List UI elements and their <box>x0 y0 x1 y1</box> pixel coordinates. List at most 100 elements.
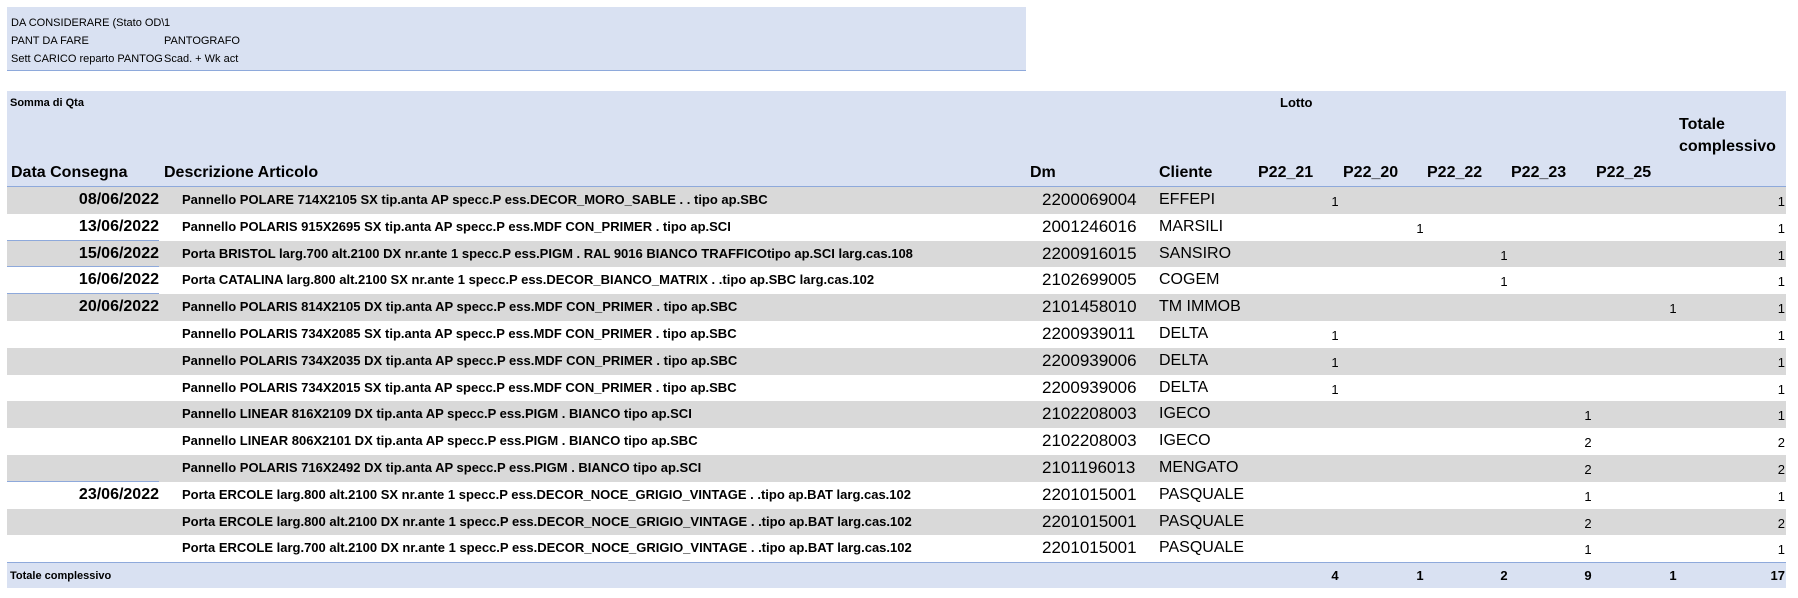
cell-dm[interactable]: 2200069004 <box>1042 187 1137 214</box>
cell-lot-qty[interactable] <box>1325 484 1345 511</box>
cell-lot-qty[interactable] <box>1494 323 1514 350</box>
column-field-label[interactable]: Lotto <box>1280 95 1312 110</box>
cell-lot-qty[interactable] <box>1494 296 1514 323</box>
cell-lot-qty[interactable] <box>1663 377 1683 404</box>
cell-dm[interactable]: 2102699005 <box>1042 267 1137 294</box>
cell-cliente[interactable]: DELTA <box>1159 321 1208 348</box>
cell-lot-qty[interactable] <box>1410 350 1430 377</box>
filter-value[interactable]: Scad. + Wk act <box>164 49 239 69</box>
cell-descrizione[interactable]: Porta ERCOLE larg.800 alt.2100 DX nr.ant… <box>182 509 912 536</box>
cell-data-consegna[interactable] <box>7 428 159 455</box>
filter-value[interactable]: 1 <box>164 13 171 33</box>
cell-dm[interactable]: 2200939006 <box>1042 375 1137 402</box>
cell-descrizione[interactable]: Pannello POLARIS 716X2492 DX tip.anta AP… <box>182 455 701 482</box>
cell-lot-qty[interactable] <box>1410 457 1430 484</box>
cell-descrizione[interactable]: Pannello POLARIS 734X2015 SX tip.anta AP… <box>182 375 737 402</box>
cell-lot-qty[interactable] <box>1410 296 1430 323</box>
cell-dm[interactable]: 2102208003 <box>1042 401 1137 428</box>
cell-lot-qty[interactable]: 1 <box>1494 243 1514 270</box>
cell-row-total[interactable]: 1 <box>1765 296 1785 323</box>
cell-cliente[interactable]: TM IMMOB <box>1159 294 1241 321</box>
cell-lot-qty[interactable]: 1 <box>1663 296 1683 323</box>
cell-lot-qty[interactable]: 2 <box>1578 430 1598 457</box>
cell-lot-qty[interactable]: 1 <box>1325 189 1345 216</box>
cell-descrizione[interactable]: Pannello POLARIS 814X2105 DX tip.anta AP… <box>182 294 737 321</box>
cell-dm[interactable]: 2101458010 <box>1042 294 1137 321</box>
cell-cliente[interactable]: DELTA <box>1159 348 1208 375</box>
cell-lot-qty[interactable] <box>1663 430 1683 457</box>
cell-lot-qty[interactable] <box>1494 537 1514 564</box>
cell-row-total[interactable]: 1 <box>1765 350 1785 377</box>
cell-lot-qty[interactable] <box>1410 269 1430 296</box>
cell-data-consegna[interactable]: 13/06/2022 <box>7 214 159 241</box>
cell-lot-qty[interactable] <box>1325 457 1345 484</box>
cell-cliente[interactable]: MARSILI <box>1159 214 1223 241</box>
cell-row-total[interactable]: 1 <box>1765 537 1785 564</box>
cell-lot-qty[interactable]: 1 <box>1494 269 1514 296</box>
cell-cliente[interactable]: IGECO <box>1159 401 1211 428</box>
grand-total-lot[interactable]: 2 <box>1494 563 1514 589</box>
cell-data-consegna[interactable] <box>7 348 159 375</box>
cell-lot-qty[interactable]: 1 <box>1578 537 1598 564</box>
cell-lot-qty[interactable] <box>1578 296 1598 323</box>
cell-lot-qty[interactable]: 1 <box>1325 377 1345 404</box>
grand-total-lot[interactable]: 1 <box>1663 563 1683 589</box>
cell-descrizione[interactable]: Pannello LINEAR 816X2109 DX tip.anta AP … <box>182 401 692 428</box>
cell-lot-qty[interactable]: 1 <box>1325 323 1345 350</box>
cell-lot-qty[interactable] <box>1663 511 1683 538</box>
cell-data-consegna[interactable] <box>7 455 159 482</box>
cell-data-consegna[interactable]: 15/06/2022 <box>7 241 159 268</box>
grand-total-lot[interactable]: 9 <box>1578 563 1598 589</box>
cell-data-consegna[interactable]: 20/06/2022 <box>7 294 159 321</box>
cell-lot-qty[interactable] <box>1663 350 1683 377</box>
header-lot[interactable]: P22_23 <box>1511 164 1566 182</box>
cell-cliente[interactable]: SANSIRO <box>1159 241 1231 268</box>
cell-row-total[interactable]: 2 <box>1765 457 1785 484</box>
cell-data-consegna[interactable] <box>7 509 159 536</box>
cell-lot-qty[interactable] <box>1410 377 1430 404</box>
cell-cliente[interactable]: PASQUALE <box>1159 535 1244 562</box>
cell-lot-qty[interactable] <box>1410 403 1430 430</box>
header-dm[interactable]: Dm <box>1030 164 1056 182</box>
cell-cliente[interactable]: PASQUALE <box>1159 509 1244 536</box>
cell-data-consegna[interactable] <box>7 321 159 348</box>
cell-dm[interactable]: 2102208003 <box>1042 428 1137 455</box>
cell-lot-qty[interactable] <box>1410 511 1430 538</box>
cell-lot-qty[interactable] <box>1410 243 1430 270</box>
cell-lot-qty[interactable] <box>1410 484 1430 511</box>
cell-row-total[interactable]: 1 <box>1765 189 1785 216</box>
cell-descrizione[interactable]: Porta BRISTOL larg.700 alt.2100 DX nr.an… <box>182 241 913 268</box>
cell-lot-qty[interactable] <box>1494 430 1514 457</box>
cell-lot-qty[interactable] <box>1410 430 1430 457</box>
cell-row-total[interactable]: 1 <box>1765 269 1785 296</box>
cell-row-total[interactable]: 1 <box>1765 216 1785 243</box>
cell-row-total[interactable]: 2 <box>1765 430 1785 457</box>
cell-lot-qty[interactable] <box>1325 216 1345 243</box>
cell-lot-qty[interactable]: 1 <box>1410 216 1430 243</box>
cell-dm[interactable]: 2201015001 <box>1042 535 1137 562</box>
cell-lot-qty[interactable] <box>1325 403 1345 430</box>
cell-lot-qty[interactable] <box>1325 243 1345 270</box>
cell-lot-qty[interactable] <box>1494 377 1514 404</box>
cell-descrizione[interactable]: Pannello POLARE 714X2105 SX tip.anta AP … <box>182 187 768 214</box>
cell-descrizione[interactable]: Pannello POLARIS 734X2035 DX tip.anta AP… <box>182 348 737 375</box>
cell-lot-qty[interactable] <box>1494 216 1514 243</box>
cell-descrizione[interactable]: Pannello LINEAR 806X2101 DX tip.anta AP … <box>182 428 698 455</box>
cell-lot-qty[interactable] <box>1578 189 1598 216</box>
cell-lot-qty[interactable]: 1 <box>1578 484 1598 511</box>
cell-lot-qty[interactable] <box>1578 269 1598 296</box>
cell-data-consegna[interactable] <box>7 375 159 402</box>
cell-row-total[interactable]: 1 <box>1765 323 1785 350</box>
cell-lot-qty[interactable] <box>1663 403 1683 430</box>
header-lot[interactable]: P22_21 <box>1258 164 1313 182</box>
cell-lot-qty[interactable]: 1 <box>1578 403 1598 430</box>
cell-cliente[interactable]: PASQUALE <box>1159 482 1244 509</box>
cell-lot-qty[interactable] <box>1410 323 1430 350</box>
cell-lot-qty[interactable] <box>1663 243 1683 270</box>
cell-lot-qty[interactable] <box>1494 350 1514 377</box>
cell-lot-qty[interactable] <box>1578 216 1598 243</box>
cell-lot-qty[interactable] <box>1578 243 1598 270</box>
cell-cliente[interactable]: IGECO <box>1159 428 1211 455</box>
cell-lot-qty[interactable] <box>1325 296 1345 323</box>
header-lot[interactable]: P22_22 <box>1427 164 1482 182</box>
